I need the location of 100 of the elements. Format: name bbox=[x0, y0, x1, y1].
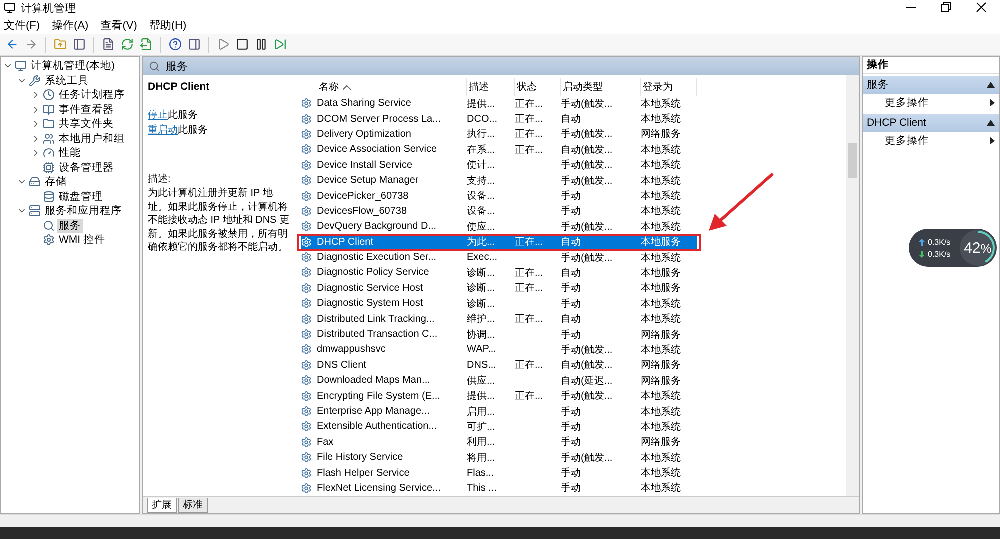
service-row[interactable]: Diagnostic System Host 诊断... 手动 本地系统 bbox=[301, 296, 697, 312]
tree-item[interactable]: 计算机管理(本地) bbox=[29, 59, 117, 74]
restart-icon[interactable] bbox=[272, 36, 288, 52]
service-row[interactable]: Extensible Authentication... 可扩... 手动 本地系统 bbox=[301, 419, 697, 435]
service-row[interactable]: Flash Helper Service Flas... 手动 本地系统 bbox=[301, 465, 697, 481]
menu-item[interactable]: 操作(A) bbox=[52, 18, 89, 32]
tree-item[interactable]: 服务 bbox=[57, 218, 83, 233]
service-row[interactable]: dmwappushsvc WAP... 手动(触发... 本地系统 bbox=[301, 342, 697, 358]
stop-icon[interactable] bbox=[234, 36, 250, 52]
service-row[interactable]: FlexNet Licensing Service... This ... 手动 本地系统 bbox=[301, 480, 697, 496]
upload-speed: 0.3K/s bbox=[928, 238, 951, 246]
service-row[interactable]: Encrypting File System (E... 提供... 正在... 手动(触发... 本地系统 bbox=[301, 388, 697, 404]
drive-icon bbox=[29, 176, 41, 188]
service-row[interactable]: DNS Client DNS... 正在... 自动(触发... 网络服务 bbox=[301, 358, 697, 374]
clock-icon bbox=[43, 89, 55, 102]
service-row[interactable]: DevicePicker_60738 设备... 手动 本地系统 bbox=[301, 188, 697, 204]
column-header[interactable]: 启动类型 bbox=[561, 78, 641, 96]
action-item[interactable]: 更多操作 bbox=[863, 132, 999, 150]
service-row[interactable]: DevicesFlow_60738 设备... 手动 本地系统 bbox=[301, 204, 697, 220]
gear-icon bbox=[301, 144, 312, 156]
service-row[interactable]: Diagnostic Execution Ser... Exec... 手动(触发... 本地系统 bbox=[301, 250, 697, 266]
scrollbar[interactable] bbox=[846, 75, 859, 496]
section-header[interactable]: 服务 bbox=[863, 76, 999, 94]
tree-item[interactable]: 本地用户和组 bbox=[57, 132, 127, 146]
export-icon[interactable] bbox=[138, 36, 154, 52]
tree-item[interactable]: 系统工具 bbox=[43, 74, 91, 88]
refresh-icon[interactable] bbox=[119, 36, 135, 52]
startup-cell-text: 手动 bbox=[561, 406, 582, 418]
view-tab[interactable]: 扩展 bbox=[147, 498, 177, 513]
help-icon[interactable] bbox=[167, 36, 183, 52]
name-cell-text: Device Setup Manager bbox=[317, 175, 420, 186]
tree-item[interactable]: 设备管理器 bbox=[57, 160, 116, 175]
action-link[interactable]: 重启动 bbox=[148, 123, 178, 137]
service-row[interactable]: Fax 利用... 手动 网络服务 bbox=[301, 434, 697, 450]
column-header[interactable]: 名称 bbox=[317, 78, 467, 96]
tree-item[interactable]: 性能 bbox=[57, 146, 83, 160]
name-cell-text: dmwappushsvc bbox=[317, 344, 387, 356]
service-row[interactable]: Distributed Transaction C... 协调... 手动 网络服务 bbox=[301, 326, 697, 342]
tree-item[interactable]: WMI 控件 bbox=[57, 233, 108, 248]
view-tab[interactable]: 标准 bbox=[178, 498, 208, 513]
service-row[interactable]: Enterprise App Manage... 启用... 手动 本地系统 bbox=[301, 404, 697, 420]
description-cell-text: DNS... bbox=[467, 360, 498, 371]
description-cell-text: 供应... bbox=[467, 374, 496, 388]
app-icon bbox=[4, 2, 16, 14]
gear-icon bbox=[301, 175, 312, 186]
name-cell-text: File History Service bbox=[317, 452, 404, 464]
service-row[interactable]: Diagnostic Service Host 诊断... 正在... 手动 本地服务 bbox=[301, 280, 697, 296]
name-cell-text: Flash Helper Service bbox=[317, 468, 411, 479]
action-link[interactable]: 停止 bbox=[148, 108, 168, 122]
description-cell-text: 设备... bbox=[467, 190, 496, 204]
service-row[interactable]: Device Association Service 在系... 正在... 自动(触发... 本地系统 bbox=[301, 142, 697, 158]
service-row[interactable]: Delivery Optimization 执行... 正在... 手动(触发... 网络服务 bbox=[301, 126, 697, 142]
submenu-arrow-icon bbox=[990, 99, 995, 107]
name-cell-text: DevicePicker_60738 bbox=[317, 190, 410, 202]
action-pane-icon[interactable] bbox=[186, 36, 202, 52]
action-item[interactable]: 更多操作 bbox=[863, 94, 999, 112]
tree-pane-icon[interactable] bbox=[71, 36, 87, 52]
description-label: 描述: bbox=[148, 172, 172, 186]
description-cell-text: WAP... bbox=[467, 344, 498, 356]
service-row[interactable]: Device Setup Manager 支持... 手动(触发... 本地系统 bbox=[301, 172, 697, 188]
column-header[interactable]: 登录为 bbox=[641, 78, 697, 96]
tree-item[interactable]: 共享文件夹 bbox=[57, 117, 116, 132]
logon-cell-text: 本地系统 bbox=[641, 482, 682, 496]
description-cell-text: 利用... bbox=[467, 436, 496, 450]
startup-cell-text: 手动(触发... bbox=[561, 174, 614, 188]
column-header[interactable]: 描述 bbox=[467, 78, 515, 96]
service-row[interactable]: Device Install Service 使计... 手动(触发... 本地系统 bbox=[301, 158, 697, 173]
gear-icon bbox=[301, 206, 312, 217]
gear-icon bbox=[301, 282, 312, 294]
service-row[interactable]: Distributed Link Tracking... 维护... 正在... 自动 本地系统 bbox=[301, 311, 697, 327]
startup-cell-text: 手动(触发... bbox=[561, 390, 614, 404]
startup-cell-text: 手动(触发... bbox=[561, 98, 614, 111]
name-cell-text: FlexNet Licensing Service... bbox=[317, 482, 442, 494]
logon-cell-text: 本地系统 bbox=[641, 466, 682, 480]
startup-cell-text: 手动(触发... bbox=[561, 344, 614, 357]
name-cell-text: Extensible Authentication... bbox=[317, 421, 438, 432]
service-row[interactable]: DevQuery Background D... 使应... 手动(触发... 本地系统 bbox=[301, 219, 697, 235]
tree-item[interactable]: 事件查看器 bbox=[57, 102, 116, 117]
name-cell-text: Device Install Service bbox=[317, 160, 414, 171]
computer-icon bbox=[15, 60, 27, 72]
menu-item[interactable]: 文件(F) bbox=[4, 18, 40, 32]
section-header[interactable]: DHCP Client bbox=[863, 114, 999, 132]
service-row[interactable]: Data Sharing Service 提供... 正在... 手动(触发... 本地系统 bbox=[301, 96, 697, 112]
menu-item[interactable]: 帮助(H) bbox=[149, 18, 187, 32]
startup-cell-text: 自动(触发... bbox=[561, 144, 614, 157]
name-cell-text: Distributed Link Tracking... bbox=[317, 314, 436, 325]
service-row[interactable]: Diagnostic Policy Service 诊断... 正在... 自动 本地服务 bbox=[301, 265, 697, 281]
service-row[interactable]: File History Service 将用... 手动(触发... 本地系统 bbox=[301, 450, 697, 466]
startup-cell-text: 手动 bbox=[561, 466, 582, 480]
logon-cell-text: 本地服务 bbox=[641, 282, 682, 296]
tree-item[interactable]: 存储 bbox=[43, 175, 69, 190]
logon-cell-text: 本地系统 bbox=[641, 252, 682, 265]
tree-item[interactable]: 服务和应用程序 bbox=[43, 204, 124, 218]
service-row[interactable]: DCOM Server Process La... DCO... 正在... 自动 本地系统 bbox=[301, 111, 697, 127]
menu-item[interactable]: 查看(V) bbox=[100, 18, 138, 32]
tree-item[interactable]: 磁盘管理 bbox=[57, 190, 105, 204]
service-row[interactable]: Downloaded Maps Man... 供应... 自动(延迟... 网络服务 bbox=[301, 373, 697, 388]
tree-item[interactable]: 任务计划程序 bbox=[57, 88, 127, 102]
gear-icon bbox=[301, 375, 312, 386]
column-header[interactable]: 状态 bbox=[515, 78, 561, 96]
